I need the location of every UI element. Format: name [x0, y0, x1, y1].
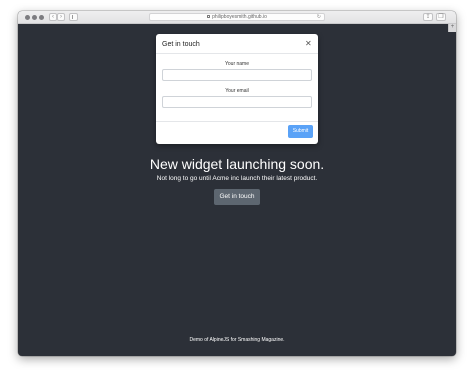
submit-button[interactable]: Submit — [288, 125, 313, 138]
modal-footer-divider — [156, 121, 318, 122]
reload-icon[interactable]: ↻ — [317, 14, 321, 21]
share-icon[interactable]: ⇪ — [423, 13, 433, 21]
minimize-window-icon[interactable] — [32, 15, 37, 20]
footer-text: Demo of AlpineJS for Smashing Magazine. — [189, 337, 285, 343]
modal-header-divider — [156, 53, 318, 54]
page-subheadline: Not long to go until Acme inc launch the… — [156, 175, 318, 182]
modal-title: Get in touch — [162, 41, 200, 48]
name-label: Your name — [225, 61, 249, 67]
sidebar-toggle-icon[interactable] — [69, 13, 78, 21]
close-icon[interactable]: ✕ — [305, 39, 312, 48]
get-in-touch-button[interactable]: Get in touch — [214, 189, 260, 205]
email-label: Your email — [225, 88, 249, 94]
maximize-window-icon[interactable] — [39, 15, 44, 20]
back-icon[interactable]: ‹ — [49, 13, 57, 21]
contact-modal: Get in touch ✕ Your name Your email Subm… — [156, 34, 318, 144]
tabs-overview-icon[interactable]: ❐ — [436, 13, 446, 21]
address-bar[interactable]: philipboyesmith.github.io ↻ — [149, 13, 325, 21]
close-window-icon[interactable] — [25, 15, 30, 20]
lock-icon — [207, 15, 211, 19]
browser-toolbar: ‹ › philipboyesmith.github.io ↻ ⇪ ❐ — [18, 11, 456, 24]
browser-window: ‹ › philipboyesmith.github.io ↻ ⇪ ❐ + Ge… — [18, 11, 456, 356]
page-headline: New widget launching soon. — [149, 156, 325, 172]
new-tab-icon[interactable]: + — [448, 24, 456, 32]
name-field[interactable] — [162, 69, 312, 81]
forward-icon[interactable]: › — [57, 13, 65, 21]
address-text: philipboyesmith.github.io — [212, 14, 267, 20]
email-field[interactable] — [162, 96, 312, 108]
